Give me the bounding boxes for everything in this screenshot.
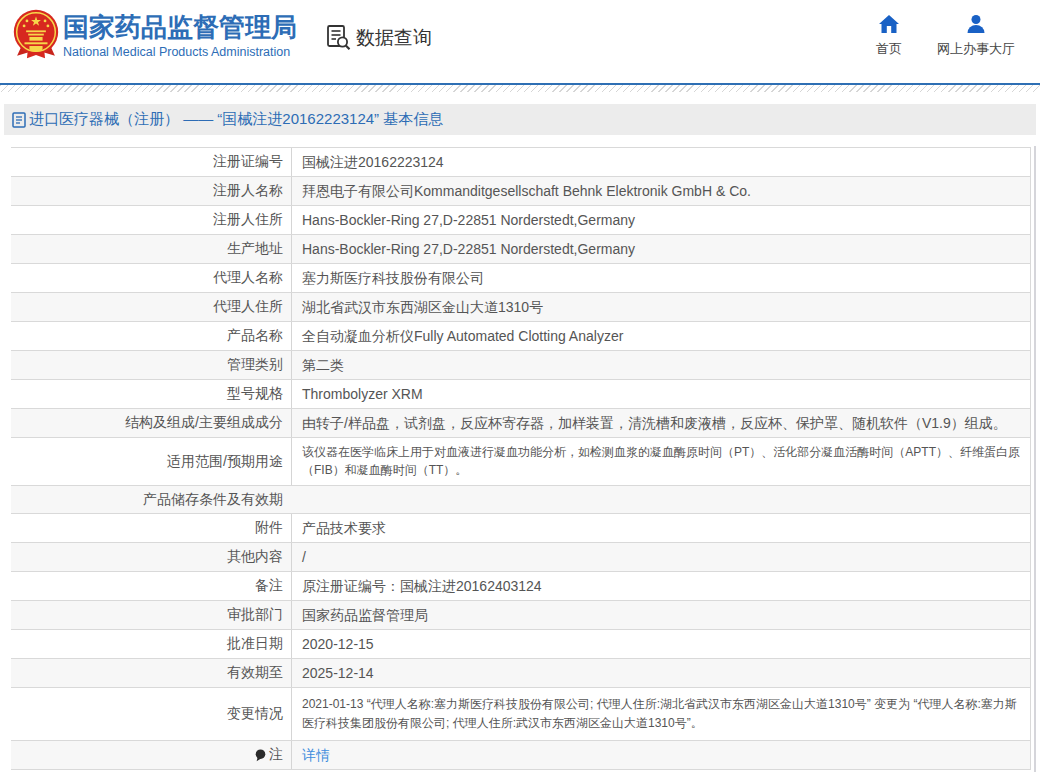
row-value: 2020-12-15 [291,630,1030,658]
row-label: 结构及组成/主要组成成分 [11,409,291,437]
row-value: Hans-Bockler-Ring 27,D-22851 Norderstedt… [291,206,1030,234]
row-value: 该仪器在医学临床上用于对血液进行凝血功能分析，如检测血浆的凝血酶原时间（PT）、… [291,438,1030,485]
row-label: 产品名称 [11,322,291,350]
table-row: 审批部门国家药品监督管理局 [11,601,1030,630]
table-row: 变更情况2021-01-13 “代理人名称:塞力斯医疗科技股份有限公司; 代理人… [11,688,1030,741]
row-label: 生产地址 [11,235,291,263]
table-row: 批准日期2020-12-15 [11,630,1030,659]
table-row: 备注原注册证编号：国械注进20162403124 [11,572,1030,601]
row-label: 有效期至 [11,659,291,687]
table-row: 产品名称全自动凝血分析仪Fully Automated Clotting Ana… [11,322,1030,351]
table-row: 代理人名称塞力斯医疗科技股份有限公司 [11,264,1030,293]
row-label: 备注 [11,572,291,600]
row-label: 其他内容 [11,543,291,571]
home-icon [879,15,899,33]
data-query-heading: 数据查询 [326,24,432,51]
table-row: 其他内容/ [11,543,1030,572]
header-nav: 首页 网上办事大厅 [876,15,1040,58]
row-value: 塞力斯医疗科技股份有限公司 [291,264,1030,292]
org-name-zh: 国家药品监督管理局 [63,12,297,42]
site-header: 国家药品监督管理局 National Medical Products Admi… [0,0,1040,83]
row-value: 详情 [291,741,1030,769]
details-link[interactable]: 详情 [302,745,330,765]
row-value: 国械注进20162223124 [291,148,1030,176]
table-row: 附件产品技术要求 [11,514,1030,543]
row-value: 2025-12-14 [291,659,1030,687]
nmpa-logo[interactable]: 国家药品监督管理局 National Medical Products Admi… [13,9,297,60]
row-value: 全自动凝血分析仪Fully Automated Clotting Analyze… [291,322,1030,350]
row-value: 拜恩电子有限公司Kommanditgesellschaft Behnk Elek… [291,177,1030,205]
data-query-icon [326,24,352,51]
national-emblem-icon [13,9,59,60]
row-value: Thrombolyzer XRM [291,380,1030,408]
table-row: 适用范围/预期用途该仪器在医学临床上用于对血液进行凝血功能分析，如检测血浆的凝血… [11,438,1030,486]
row-value: 国家药品监督管理局 [291,601,1030,629]
row-label: 批准日期 [11,630,291,658]
table-row: 注册证编号国械注进20162223124 [11,148,1030,177]
table-row: 代理人住所湖北省武汉市东西湖区金山大道1310号 [11,293,1030,322]
row-value: 第二类 [291,351,1030,379]
table-row: 产品储存条件及有效期 [11,486,1030,514]
table-row: 型号规格Thrombolyzer XRM [11,380,1030,409]
info-table: 注册证编号国械注进20162223124注册人名称拜恩电子有限公司Kommand… [11,147,1031,770]
row-label: 注册人名称 [11,177,291,205]
row-label: 审批部门 [11,601,291,629]
row-value: 2021-01-13 “代理人名称:塞力斯医疗科技股份有限公司; 代理人住所:湖… [291,688,1030,740]
row-value: 产品技术要求 [291,514,1030,542]
row-value [291,486,1030,513]
row-label: 代理人名称 [11,264,291,292]
row-value: Hans-Bockler-Ring 27,D-22851 Norderstedt… [291,235,1030,263]
table-row: 注册人名称拜恩电子有限公司Kommanditgesellschaft Behnk… [11,177,1030,206]
table-row: 注册人住所Hans-Bockler-Ring 27,D-22851 Norder… [11,206,1030,235]
row-label: 注册人住所 [11,206,291,234]
table-row: 结构及组成/主要组成成分由转子/样品盘，试剂盘，反应杯寄存器，加样装置，清洗槽和… [11,409,1030,438]
row-label: 代理人住所 [11,293,291,321]
table-row: 管理类别第二类 [11,351,1030,380]
table-row: 注详情 [11,741,1030,770]
table-row: 生产地址Hans-Bockler-Ring 27,D-22851 Norders… [11,235,1030,264]
row-label: 注册证编号 [11,148,291,176]
page: 国家药品监督管理局 National Medical Products Admi… [0,0,1040,772]
nav-online-hall[interactable]: 网上办事大厅 [937,15,1015,58]
comment-icon [255,749,266,762]
nav-home[interactable]: 首页 [876,15,902,58]
row-label: 附件 [11,514,291,542]
breadcrumb-text: 进口医疗器械（注册） —— “国械注进20162223124” 基本信息 [29,110,443,129]
row-value: / [291,543,1030,571]
data-query-label[interactable]: 数据查询 [356,25,432,51]
hatch-band [0,85,1040,92]
row-value: 湖北省武汉市东西湖区金山大道1310号 [291,293,1030,321]
row-label: 产品储存条件及有效期 [11,486,291,513]
breadcrumb: 进口医疗器械（注册） —— “国械注进20162223124” 基本信息 [4,104,1036,135]
row-label: 管理类别 [11,351,291,379]
row-label: 型号规格 [11,380,291,408]
scrollbar[interactable] [1034,146,1036,772]
row-label: 适用范围/预期用途 [11,438,291,485]
row-label: 变更情况 [11,688,291,740]
table-row: 有效期至2025-12-14 [11,659,1030,688]
row-value: 由转子/样品盘，试剂盘，反应杯寄存器，加样装置，清洗槽和废液槽，反应杯、保护罩、… [291,409,1030,437]
row-label: 注 [11,741,291,769]
document-icon [12,112,26,128]
row-value: 原注册证编号：国械注进20162403124 [291,572,1030,600]
org-name-en: National Medical Products Administration [63,45,297,59]
person-icon [966,15,986,33]
